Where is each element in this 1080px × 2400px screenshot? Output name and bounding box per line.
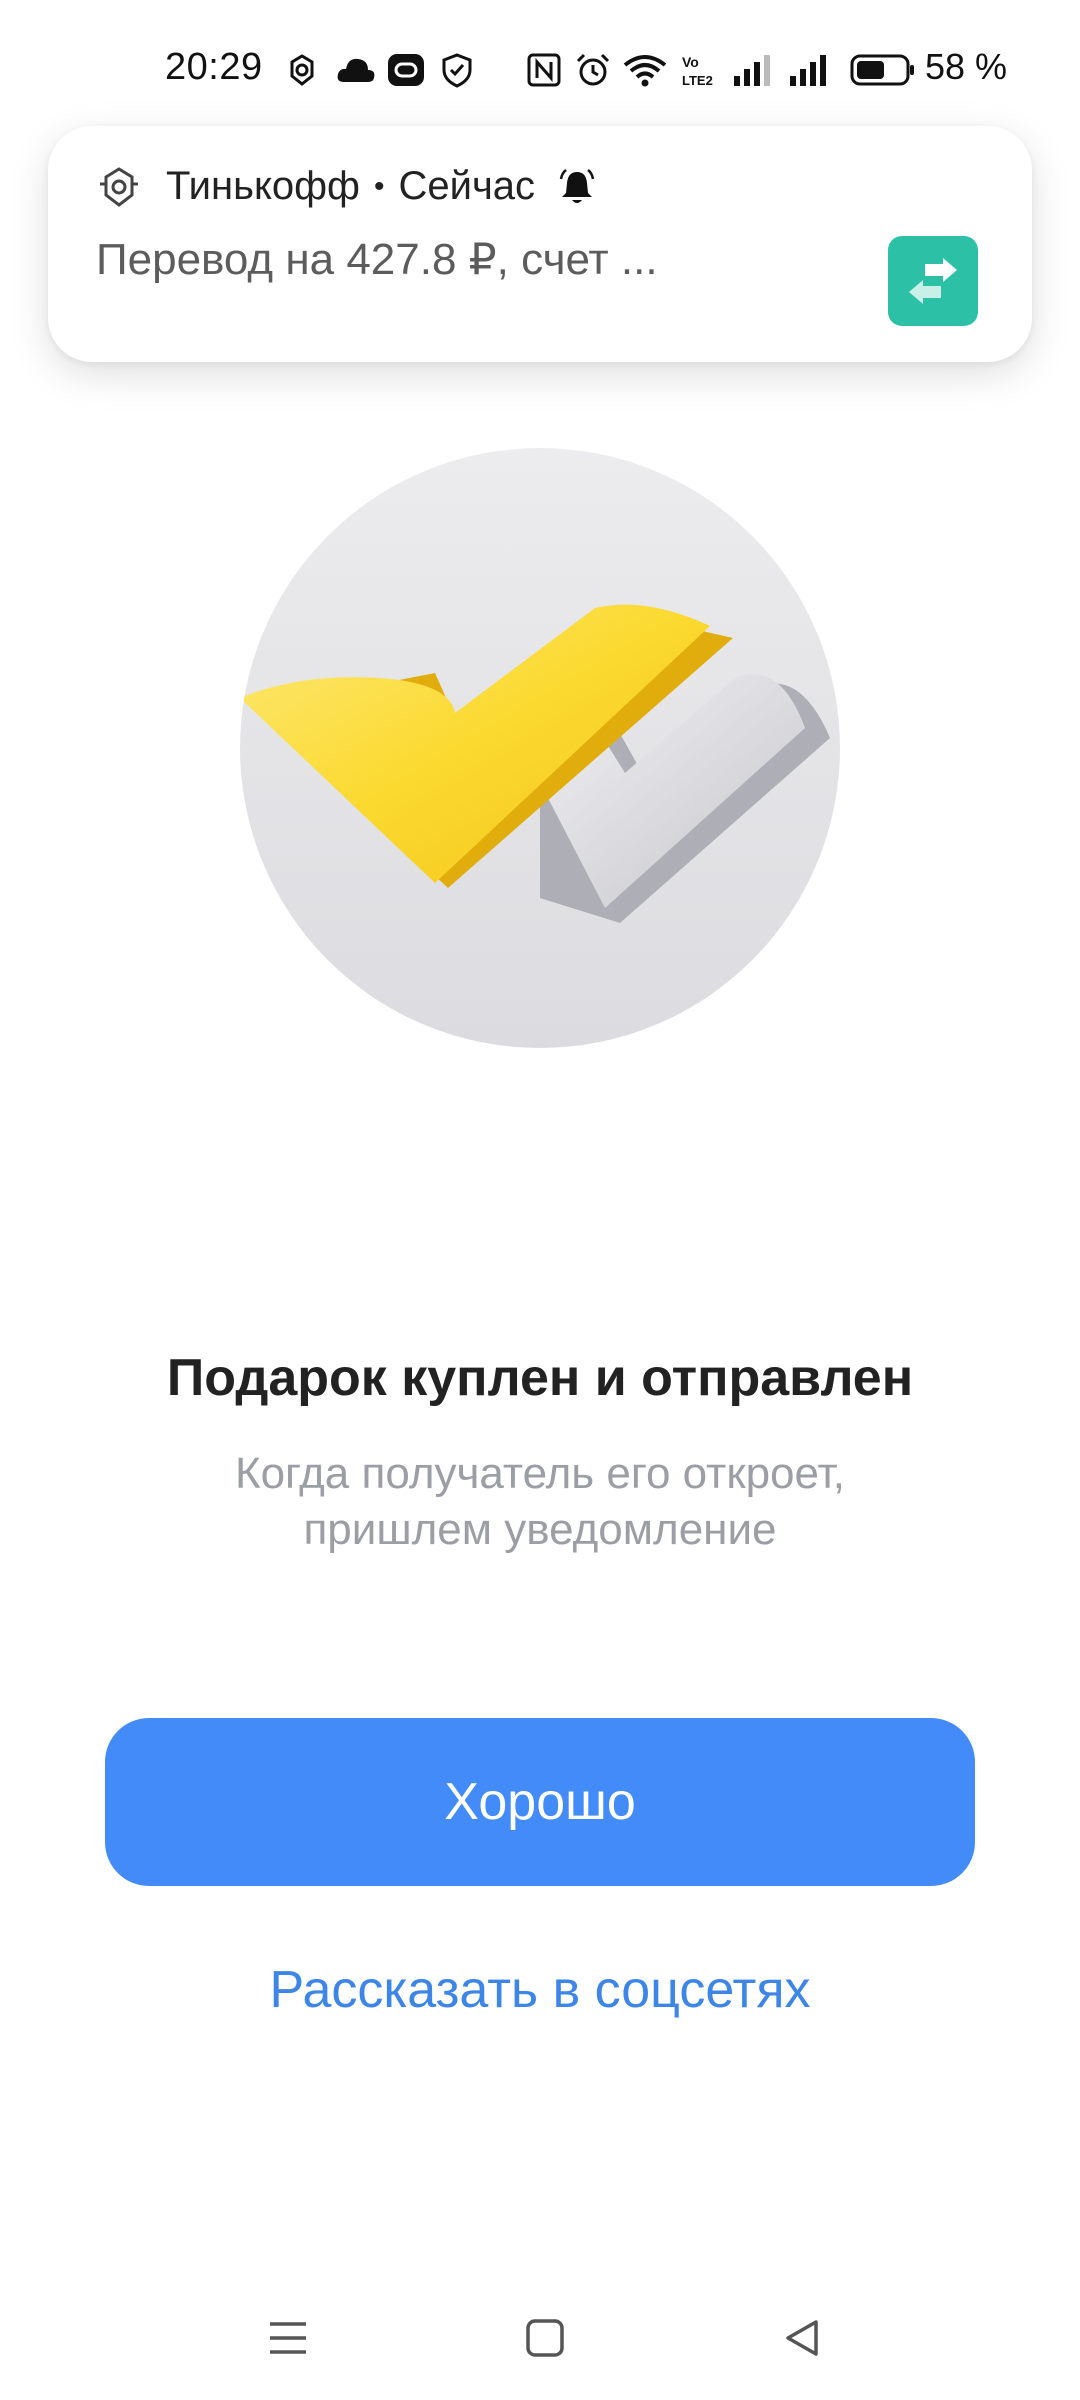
tinkoff-app-icon bbox=[100, 167, 138, 207]
back-icon bbox=[786, 2320, 818, 2356]
svg-text:LTE2: LTE2 bbox=[682, 73, 713, 88]
menu-button[interactable] bbox=[258, 2308, 318, 2368]
battery-icon bbox=[850, 54, 914, 86]
page-subtitle: Когда получатель его откроет, пришлем ув… bbox=[234, 1449, 846, 1554]
notification-time: Сейчас bbox=[398, 164, 536, 208]
success-illustration bbox=[240, 448, 840, 1048]
status-time: 20:29 bbox=[165, 46, 263, 88]
status-bar: 20:29 Vo LTE2 58 % bbox=[0, 0, 1080, 140]
home-icon bbox=[526, 2319, 564, 2357]
volte-icon: Vo LTE2 bbox=[682, 54, 713, 88]
nfc-icon bbox=[527, 53, 561, 87]
link-icon bbox=[388, 54, 424, 86]
tinkoff-icon bbox=[290, 54, 314, 86]
back-button[interactable] bbox=[772, 2308, 832, 2368]
ok-button[interactable]: Хорошо bbox=[105, 1718, 975, 1886]
alarm-icon bbox=[576, 53, 610, 86]
cloud-icon bbox=[337, 58, 375, 82]
transfer-action-button[interactable] bbox=[888, 236, 978, 326]
navigation-bar bbox=[0, 2290, 1080, 2380]
shield-icon bbox=[442, 53, 472, 88]
wifi-icon bbox=[623, 55, 667, 87]
notification-separator: • bbox=[373, 169, 385, 203]
page-title: Подарок куплен и отправлен bbox=[166, 1349, 914, 1407]
notification-header: Тинькофф • Сейчас bbox=[166, 164, 597, 209]
bell-icon bbox=[559, 168, 595, 203]
signal-1-icon bbox=[734, 55, 770, 86]
double-checkmark-icon bbox=[240, 604, 830, 923]
svg-text:Vo: Vo bbox=[682, 54, 699, 70]
screen: 20:29 Vo LTE2 58 % Тинькофф • Сейчас Пер… bbox=[0, 0, 1080, 2400]
menu-icon bbox=[270, 2322, 306, 2354]
notification-body: Перевод на 427.8 ₽, счет ... bbox=[96, 235, 658, 284]
notification-app-name: Тинькофф bbox=[166, 164, 360, 208]
ok-button-label: Хорошо bbox=[444, 1773, 636, 1831]
share-social-link[interactable]: Рассказать в соцсетях bbox=[0, 1960, 1080, 2020]
home-button[interactable] bbox=[515, 2308, 575, 2368]
transfer-icon bbox=[909, 258, 957, 304]
notification-card[interactable]: Тинькофф • Сейчас Перевод на 427.8 ₽, сч… bbox=[48, 126, 1032, 362]
signal-2-icon bbox=[790, 55, 826, 86]
battery-percent: 58 % bbox=[925, 46, 1008, 87]
